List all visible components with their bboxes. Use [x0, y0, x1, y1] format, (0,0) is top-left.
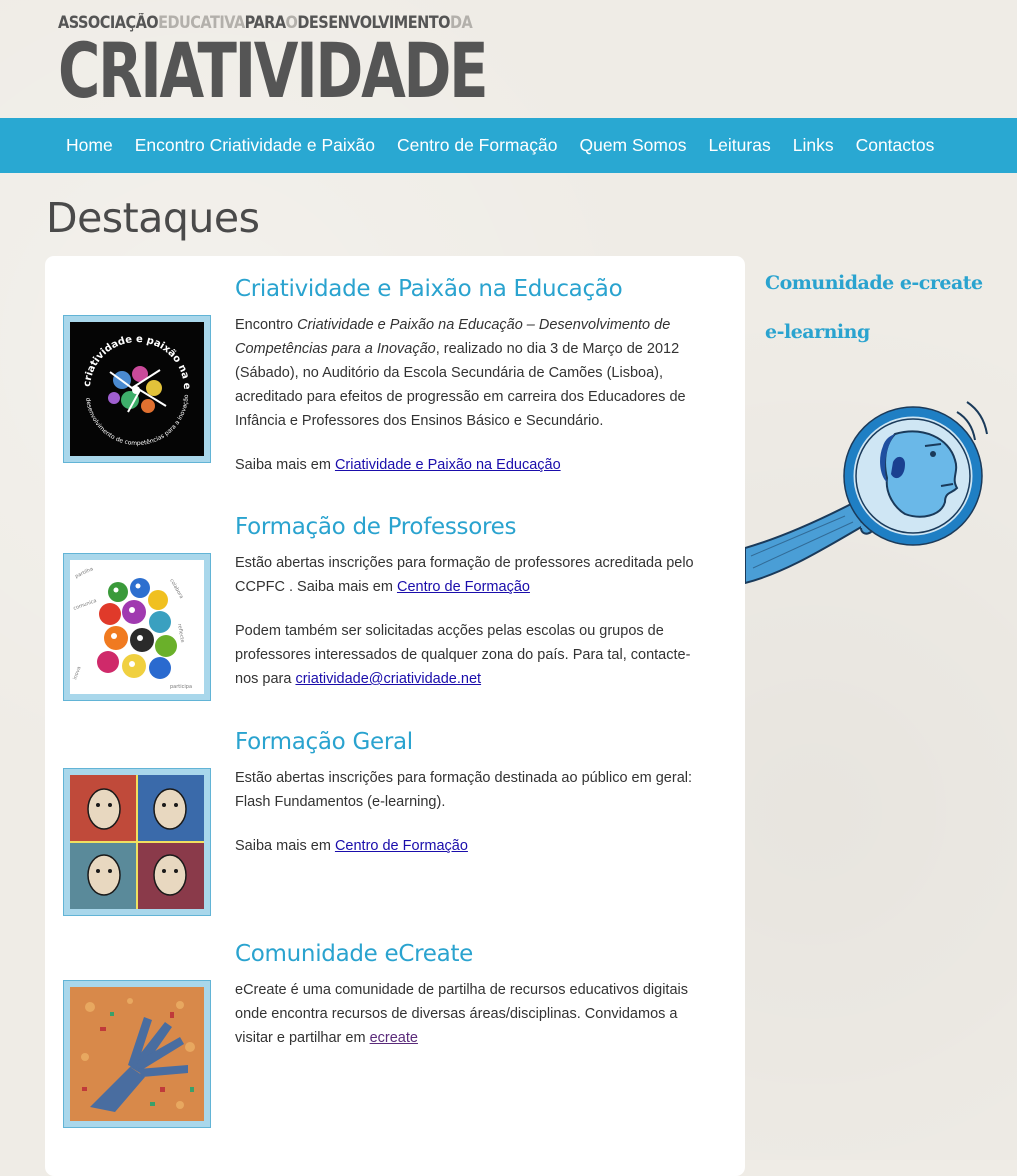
nav-item-leituras[interactable]: Leituras [708, 135, 770, 156]
thumbnail-image [70, 775, 204, 909]
item-title[interactable]: Formação de Professores [235, 514, 516, 540]
item-thumbnail[interactable]: criatividade e paixão na educação desenv… [63, 315, 211, 463]
item-title[interactable]: Criatividade e Paixão na Educação [235, 276, 623, 302]
text: Saiba mais em [235, 457, 335, 473]
item-paragraph: Saiba mais em Centro de Formação [235, 834, 705, 858]
collage-image [70, 775, 204, 909]
link-centro-formacao[interactable]: Centro de Formação [397, 579, 530, 595]
thumbnail-image: criatividade e paixão na educação desenv… [70, 322, 204, 456]
page-title: Destaques [46, 194, 260, 242]
magnifying-glass-illustration [744, 398, 1017, 598]
link-centro-formacao[interactable]: Centro de Formação [335, 838, 468, 854]
thumbnail-image: partilha colabora comunica reflecte inov… [70, 560, 204, 694]
item-title[interactable]: Formação Geral [235, 729, 413, 755]
site-logo[interactable]: ASSOCIAÇÃOEDUCATIVAPARAODESENVOLVIMENTOD… [58, 12, 489, 115]
text: Encontro [235, 317, 298, 333]
text: Saiba mais em [235, 838, 335, 854]
main-nav: Home Encontro Criatividade e Paixão Cent… [0, 118, 1017, 173]
item-body: eCreate é uma comunidade de partilha de … [235, 978, 705, 1070]
link-criatividade-paixao[interactable]: Criatividade e Paixão na Educação [335, 457, 561, 473]
item-thumbnail[interactable] [63, 980, 211, 1128]
item-title[interactable]: Comunidade eCreate [235, 941, 473, 967]
teachers-illustration-image: partilha colabora comunica reflecte inov… [70, 560, 204, 694]
link-ecreate[interactable]: ecreate [370, 1030, 418, 1046]
item-thumbnail[interactable] [63, 768, 211, 916]
sidebar-link-elearning[interactable]: e-learning [765, 321, 870, 343]
item-paragraph: Estão abertas inscrições para formação d… [235, 770, 693, 810]
item-body: Estão abertas inscrições para formação d… [235, 551, 705, 711]
thumbnail-image [70, 987, 204, 1121]
nav-item-links[interactable]: Links [793, 135, 834, 156]
logo-wordmark: CRIATIVIDADE [58, 26, 489, 115]
text: eCreate é uma comunidade de partilha de … [235, 982, 688, 1046]
criatividade-paixao-logo-image: criatividade e paixão na educação desenv… [70, 322, 204, 456]
sidebar-link-comunidade-ecreate[interactable]: Comunidade e-create [765, 272, 983, 294]
svg-text:participa: participa [170, 684, 192, 690]
ecreate-hand-image [70, 987, 204, 1121]
nav-item-centro-formacao[interactable]: Centro de Formação [397, 135, 558, 156]
item-paragraph: Encontro Criatividade e Paixão na Educaç… [235, 313, 705, 433]
nav-item-encontro[interactable]: Encontro Criatividade e Paixão [135, 135, 375, 156]
item-paragraph: Podem também ser solicitadas acções pela… [235, 619, 705, 691]
item-body: Estão abertas inscrições para formação d… [235, 766, 705, 878]
nav-item-home[interactable]: Home [66, 135, 113, 156]
nav-list: Home Encontro Criatividade e Paixão Cent… [66, 118, 956, 173]
nav-item-quem-somos[interactable]: Quem Somos [579, 135, 686, 156]
item-thumbnail[interactable]: partilha colabora comunica reflecte inov… [63, 553, 211, 701]
item-paragraph: eCreate é uma comunidade de partilha de … [235, 978, 705, 1050]
highlights-panel: Criatividade e Paixão na Educação criati… [45, 256, 745, 1176]
magnifier-face-icon [744, 401, 988, 585]
nav-item-contactos[interactable]: Contactos [856, 135, 935, 156]
item-paragraph: Saiba mais em Criatividade e Paixão na E… [235, 453, 705, 477]
item-body: Encontro Criatividade e Paixão na Educaç… [235, 313, 705, 497]
item-paragraph: Estão abertas inscrições para formação d… [235, 551, 705, 599]
email-link[interactable]: criatividade@criatividade.net [295, 671, 481, 687]
